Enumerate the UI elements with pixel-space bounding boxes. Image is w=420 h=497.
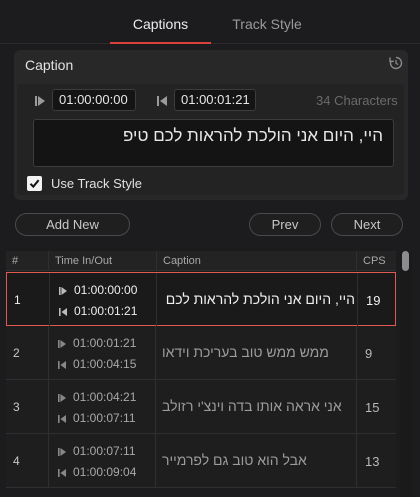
row-cps: 19 xyxy=(366,293,381,308)
row-caption: אבל הוא טוב גם לפרמייר xyxy=(162,452,307,468)
caption-panel-title: Caption xyxy=(25,57,74,73)
row-caption: ממש ממש טוב בעריכת וידאו xyxy=(162,344,329,360)
time-cell: 01:00:00:00 01:00:01:21 xyxy=(49,273,157,327)
row-number: 3 xyxy=(13,400,20,414)
mark-out-icon xyxy=(157,96,167,106)
mark-out-icon xyxy=(58,361,66,369)
scrollbar-thumb[interactable] xyxy=(402,251,409,271)
row-time-out: 01:00:09:04 xyxy=(73,465,137,479)
tab-bar: Captions Track Style xyxy=(0,0,420,44)
row-number: 1 xyxy=(14,293,21,307)
table-row[interactable]: 2 01:00:01:21 01:00:04:15 ממש ממש טוב בע… xyxy=(6,326,396,380)
mark-out-icon xyxy=(58,469,66,477)
header-cps[interactable]: CPS xyxy=(356,251,396,271)
time-in-field[interactable]: 01:00:00:00 xyxy=(52,89,136,111)
row-time-out: 01:00:01:21 xyxy=(74,304,138,318)
row-time-in: 01:00:01:21 xyxy=(73,336,137,350)
active-tab-indicator xyxy=(110,42,211,44)
row-cps: 13 xyxy=(365,454,380,469)
next-button[interactable]: Next xyxy=(331,213,403,236)
table-row[interactable]: 3 01:00:04:21 01:00:07:11 אני אראה אותו … xyxy=(6,380,396,434)
time-cell: 01:00:04:21 01:00:07:11 xyxy=(48,380,156,434)
mark-in-icon xyxy=(58,340,66,348)
row-cps: 15 xyxy=(365,400,380,415)
time-cell: 01:00:07:11 01:00:09:04 xyxy=(48,434,156,488)
table-header: # Time In/Out Caption CPS xyxy=(6,251,396,271)
row-time-out: 01:00:04:15 xyxy=(73,357,137,371)
row-cps: 9 xyxy=(365,346,373,361)
header-time[interactable]: Time In/Out xyxy=(48,251,156,271)
cps-cell xyxy=(356,326,396,380)
mark-out-icon xyxy=(59,308,67,316)
row-number: 4 xyxy=(13,454,20,468)
tab-track-style[interactable]: Track Style xyxy=(220,0,314,44)
use-track-style-label: Use Track Style xyxy=(51,176,143,191)
mark-out-icon xyxy=(58,415,66,423)
captions-table: # Time In/Out Caption CPS 1 01:00:00:00 … xyxy=(6,251,396,497)
character-count: 34 Characters xyxy=(316,93,398,108)
checkmark-icon xyxy=(29,179,40,189)
caption-text-input[interactable]: היי, היום אני הולכת להראות לכם טיפ xyxy=(33,119,394,167)
time-cell: 01:00:01:21 01:00:04:15 xyxy=(48,326,156,380)
row-time-out: 01:00:07:11 xyxy=(73,411,136,425)
row-time-in: 01:00:00:00 xyxy=(74,283,138,297)
add-new-button[interactable]: Add New xyxy=(15,213,130,236)
row-time-in: 01:00:07:11 xyxy=(73,444,136,458)
row-time-in: 01:00:04:21 xyxy=(73,390,137,404)
tab-captions[interactable]: Captions xyxy=(110,0,211,44)
row-caption: היי, היום אני הולכת להראות לכם טיפ xyxy=(163,291,355,307)
mark-in-icon xyxy=(58,448,66,456)
table-scrollbar[interactable] xyxy=(400,251,412,497)
mark-in-icon xyxy=(35,96,45,106)
table-row[interactable]: 1 01:00:00:00 01:00:01:21 היי, היום אני … xyxy=(6,272,396,327)
use-track-style-checkbox[interactable] xyxy=(27,176,42,191)
mark-in-icon xyxy=(58,394,66,402)
time-out-field[interactable]: 01:00:01:21 xyxy=(174,89,256,111)
prev-button[interactable]: Prev xyxy=(249,213,321,236)
table-row[interactable]: 4 01:00:07:11 01:00:09:04 אבל הוא טוב גם… xyxy=(6,434,396,488)
header-caption[interactable]: Caption xyxy=(156,251,356,271)
row-number: 2 xyxy=(13,346,20,360)
row-caption: אני אראה אותו בדה וינצ'י רזולב xyxy=(162,398,342,414)
mark-in-icon xyxy=(59,287,67,295)
reset-icon[interactable] xyxy=(388,55,404,71)
header-num[interactable]: # xyxy=(6,251,48,271)
